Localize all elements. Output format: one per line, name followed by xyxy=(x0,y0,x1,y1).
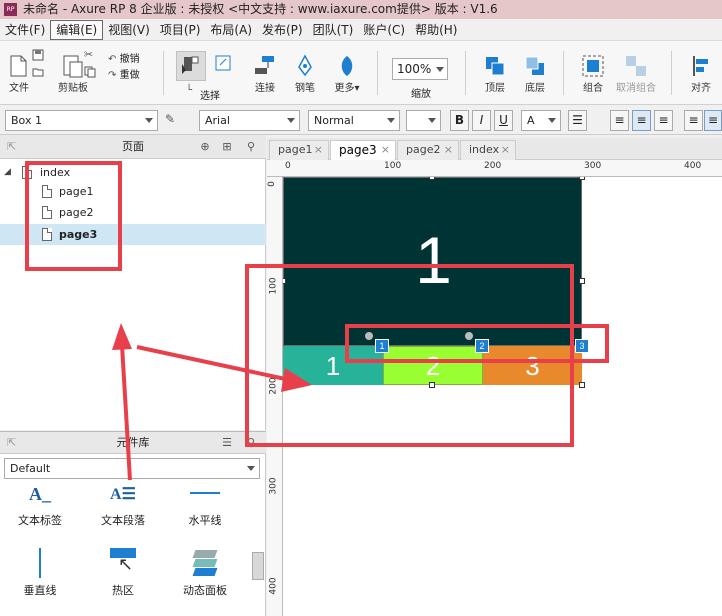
annotation-arrows xyxy=(112,323,312,481)
